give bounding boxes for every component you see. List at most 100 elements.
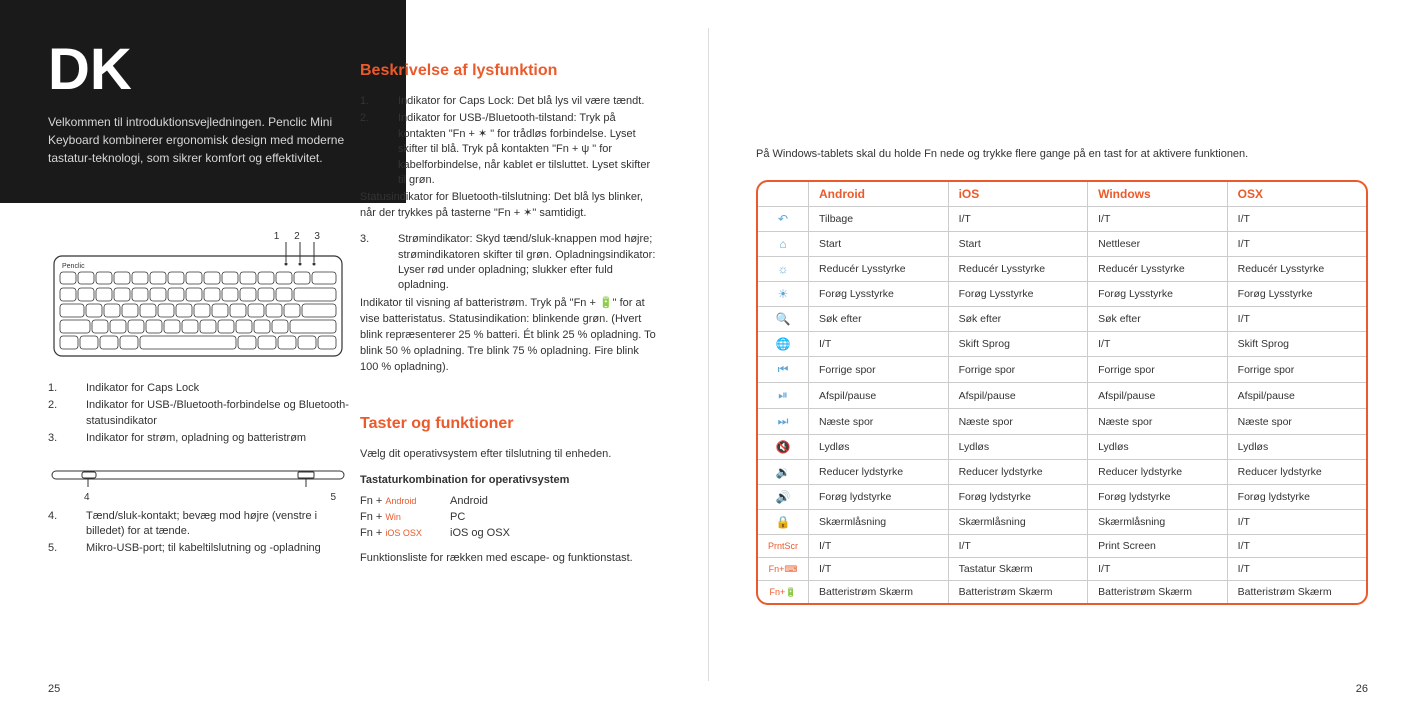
shortcut-combo: Fn + Win: [360, 511, 440, 523]
row-icon: Fn+⌨: [758, 558, 809, 581]
language-code: DK: [48, 36, 358, 103]
table-cell: I/T: [1088, 558, 1228, 581]
table-row: 🔊Forøg lydstyrkeForøg lydstyrkeForøg lyd…: [758, 485, 1366, 510]
table-cell: Batteristrøm Skærm: [1228, 581, 1366, 603]
table-intro: På Windows-tablets skal du holde Fn nede…: [756, 148, 1368, 160]
table-row: ☼Reducér LysstyrkeReducér LysstyrkeReduc…: [758, 257, 1366, 282]
table-body: ↶TilbageI/TI/TI/T⌂StartStartNettleserI/T…: [758, 207, 1366, 603]
table-cell: Næste spor: [949, 409, 1089, 435]
page-number-left: 25: [48, 683, 60, 695]
table-cell: Forøg lydstyrke: [949, 485, 1089, 510]
bluetooth-status-para: Statusindikator for Bluetooth-tilslutnin…: [360, 190, 660, 222]
table-cell: Reducer lydstyrke: [1228, 460, 1366, 485]
table-cell: Skift Sprog: [1228, 332, 1366, 357]
table-row: PrntScrI/TI/TPrint ScreenI/T: [758, 535, 1366, 558]
table-cell: Næste spor: [1228, 409, 1366, 435]
power-list: Strømindikator: Skyd tænd/sluk-knappen m…: [360, 232, 660, 294]
table-cell: Lydløs: [949, 435, 1089, 460]
row-icon: 🔍: [758, 307, 809, 332]
table-cell: Forrige spor: [949, 357, 1089, 383]
row-icon: 🌐: [758, 332, 809, 357]
battery-indicator-para: Indikator til visning af batteristrøm. T…: [360, 296, 660, 376]
table-cell: Forøg lydstyrke: [1228, 485, 1366, 510]
table-cell: I/T: [949, 535, 1089, 558]
table-row: ⏭Næste sporNæste sporNæste sporNæste spo…: [758, 409, 1366, 435]
table-cell: I/T: [1228, 207, 1366, 232]
shortcut-rows: Fn + AndroidAndroidFn + WinPCFn + iOS OS…: [360, 495, 660, 539]
row-icon: 🔇: [758, 435, 809, 460]
table-cell: Reducér Lysstyrke: [949, 257, 1089, 282]
table-row: 🔍Søk efterSøk efterSøk efterI/T: [758, 307, 1366, 332]
table-cell: Tastatur Skærm: [949, 558, 1089, 581]
table-cell: I/T: [1228, 558, 1366, 581]
shortcut-row: Fn + WinPC: [360, 511, 660, 523]
table-cell: I/T: [1228, 510, 1366, 535]
svg-text:Penclic: Penclic: [62, 263, 85, 270]
heading-light-functions: Beskrivelse af lysfunktion: [360, 62, 660, 80]
table-cell: Reducér Lysstyrke: [1228, 257, 1366, 282]
indicator-legend-list: Indikator for Caps Lock Indikator for US…: [48, 381, 358, 447]
table-cell: Reducer lydstyrke: [1088, 460, 1228, 485]
table-cell: Skærmlåsning: [809, 510, 949, 535]
shortcut-combo: Fn + Android: [360, 495, 440, 507]
table-cell: Afspil/pause: [809, 383, 949, 409]
table-cell: Forrige spor: [809, 357, 949, 383]
table-cell: Lydløs: [809, 435, 949, 460]
table-cell: I/T: [809, 332, 949, 357]
table-cell: I/T: [809, 558, 949, 581]
row-icon: ⏯: [758, 383, 809, 409]
table-cell: Forøg Lysstyrke: [809, 282, 949, 307]
page-number-right: 26: [1356, 683, 1368, 695]
keyboard-svg: Penclic: [48, 242, 348, 372]
table-cell: Skift Sprog: [949, 332, 1089, 357]
table-row: ⏮Forrige sporForrige sporForrige sporFor…: [758, 357, 1366, 383]
welcome-text: Velkommen til introduktionsvejledningen.…: [48, 113, 358, 167]
shortcut-heading: Tastaturkombination for operativsystem: [360, 473, 660, 489]
row-icon: Fn+🔋: [758, 581, 809, 603]
table-cell: I/T: [949, 207, 1089, 232]
power-item: Strømindikator: Skyd tænd/sluk-knappen m…: [360, 232, 660, 294]
table-cell: Forøg lydstyrke: [1088, 485, 1228, 510]
table-row: ⏯Afspil/pauseAfspil/pauseAfspil/pauseAfs…: [758, 383, 1366, 409]
table-cell: I/T: [1228, 307, 1366, 332]
table-cell: Nettleser: [1088, 232, 1228, 257]
left-column-2: Beskrivelse af lysfunktion Indikator for…: [360, 20, 660, 577]
row-icon: ⏭: [758, 409, 809, 435]
legend-item: Mikro-USB-port; til kabeltilslutning og …: [48, 541, 358, 556]
table-cell: Reducer lydstyrke: [809, 460, 949, 485]
table-cell: Forrige spor: [1228, 357, 1366, 383]
row-icon: PrntScr: [758, 535, 809, 558]
table-row: 🔒SkærmlåsningSkærmlåsningSkærmlåsningI/T: [758, 510, 1366, 535]
table-row: ↶TilbageI/TI/TI/T: [758, 207, 1366, 232]
table-row: 🔇LydløsLydløsLydløsLydløs: [758, 435, 1366, 460]
shortcut-combo: Fn + iOS OSX: [360, 527, 440, 539]
intro-dark-block: DK Velkommen til introduktionsvejledning…: [0, 0, 406, 203]
table-cell: Næste spor: [1088, 409, 1228, 435]
light-function-list: Indikator for Caps Lock: Det blå lys vil…: [360, 94, 660, 188]
row-icon: 🔉: [758, 460, 809, 485]
bottom-edge-illustration: 4 5: [48, 465, 358, 503]
table-cell: Start: [809, 232, 949, 257]
table-row: Fn+🔋Batteristrøm SkærmBatteristrøm Skærm…: [758, 581, 1366, 603]
table-cell: I/T: [1228, 232, 1366, 257]
light-item: Indikator for Caps Lock: Det blå lys vil…: [360, 94, 660, 109]
table-header: iOS: [949, 182, 1089, 207]
table-cell: Skærmlåsning: [1088, 510, 1228, 535]
row-icon: ☼: [758, 257, 809, 282]
row-icon: ⌂: [758, 232, 809, 257]
table-row: Fn+⌨I/TTastatur SkærmI/TI/T: [758, 558, 1366, 581]
table-cell: Reducer lydstyrke: [949, 460, 1089, 485]
table-row: ⌂StartStartNettleserI/T: [758, 232, 1366, 257]
table-cell: Print Screen: [1088, 535, 1228, 558]
table-row: 🔉Reducer lydstyrkeReducer lydstyrkeReduc…: [758, 460, 1366, 485]
row-icon: ↶: [758, 207, 809, 232]
table-row: ☀Forøg LysstyrkeForøg LysstyrkeForøg Lys…: [758, 282, 1366, 307]
fn-list-note: Funktionsliste for rækken med escape- og…: [360, 551, 660, 567]
table-cell: Afspil/pause: [1088, 383, 1228, 409]
table-cell: I/T: [1228, 535, 1366, 558]
choose-os-para: Vælg dit operativsystem efter tilslutnin…: [360, 447, 660, 463]
table-header: OSX: [1228, 182, 1366, 207]
table-cell: Næste spor: [809, 409, 949, 435]
table-cell: Afspil/pause: [949, 383, 1089, 409]
table-row: 🌐I/TSkift SprogI/TSkift Sprog: [758, 332, 1366, 357]
